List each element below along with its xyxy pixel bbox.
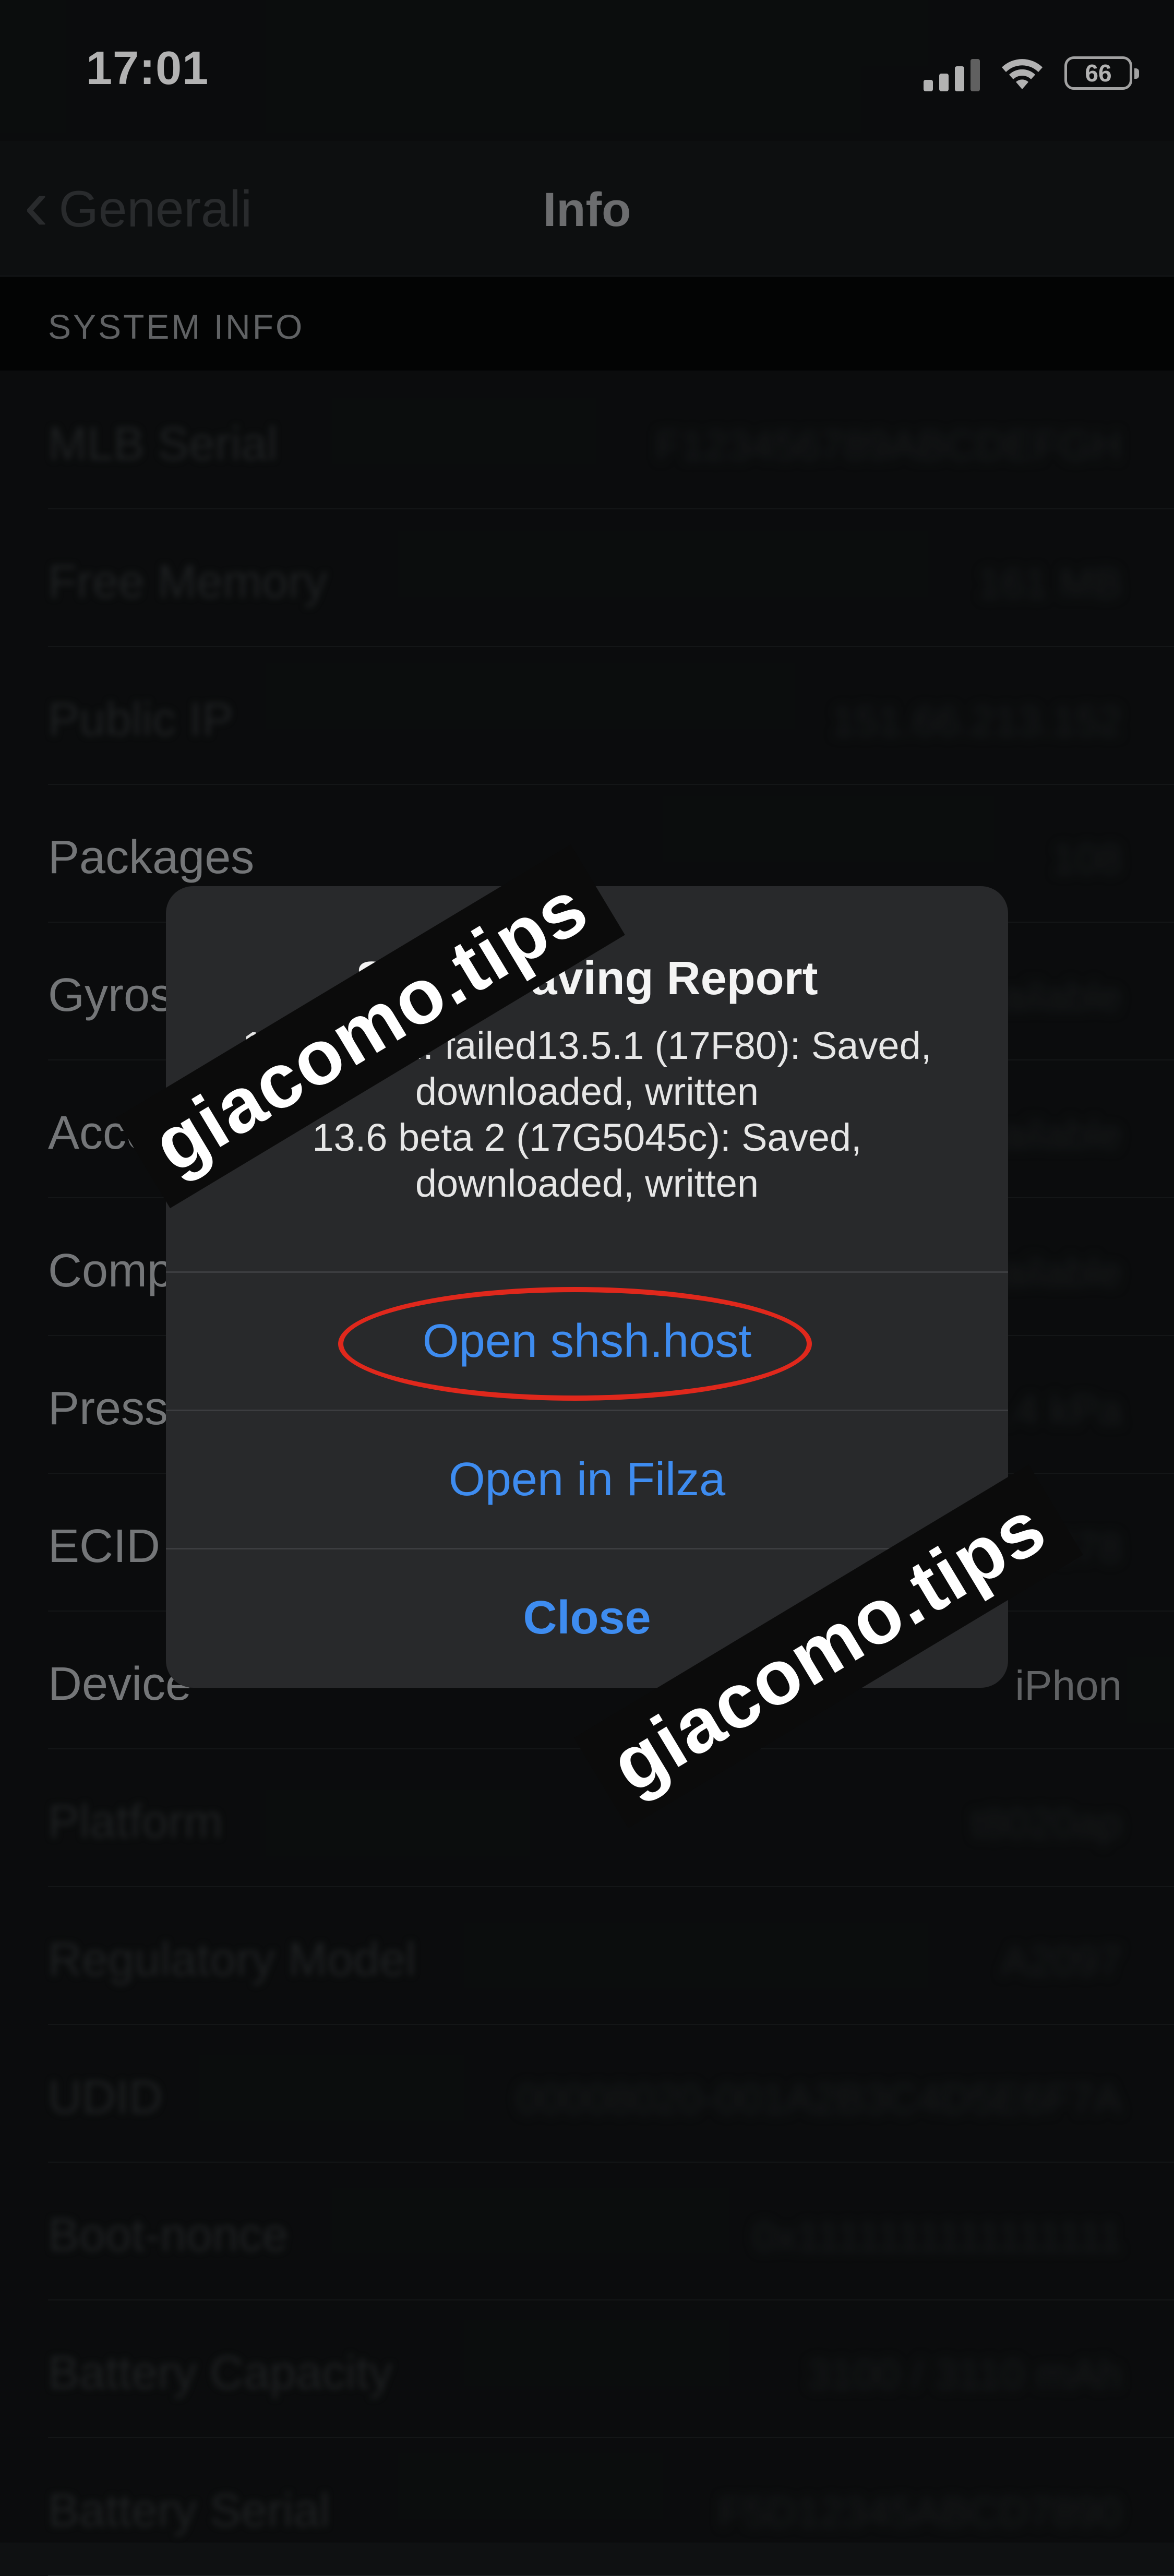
alert-title: SHSH Saving Report (356, 952, 818, 1005)
open-shsh-host-button[interactable]: Open shsh.host (166, 1273, 1008, 1410)
alert-message-line: downloaded, written (415, 1162, 759, 1205)
alert-message-line: 13.6 beta 2 (17G5045c): Saved, (312, 1116, 862, 1159)
open-in-filza-button[interactable]: Open in Filza (166, 1411, 1008, 1548)
info-screen: 17:01 66 ‹ Generali Info SYSTEM INFO MLB… (0, 0, 1174, 2576)
